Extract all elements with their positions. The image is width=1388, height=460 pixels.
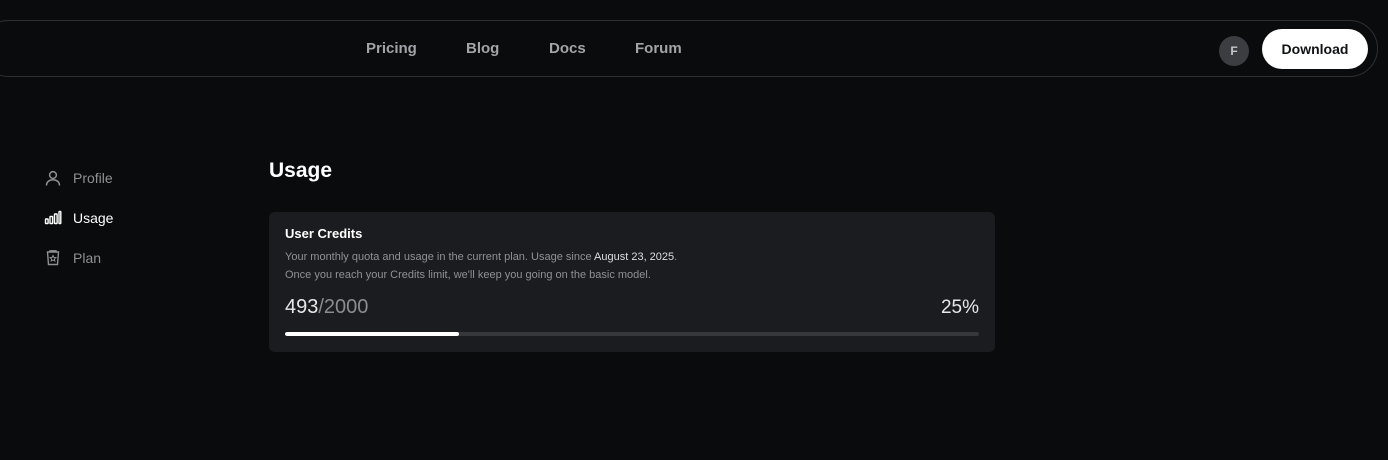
description-suffix: . [674,251,678,263]
usage-row: 493/2000 25% [285,296,979,319]
nav-link-forum[interactable]: Forum [635,20,682,77]
download-button[interactable]: Download [1262,28,1368,69]
sidebar-item-usage[interactable]: Usage [44,206,224,230]
sidebar-item-label: Profile [73,170,113,186]
credits-used: 493 [285,296,319,318]
nav-link-docs[interactable]: Docs [549,20,586,77]
card-description: Your monthly quota and usage in the curr… [285,248,979,284]
user-icon [44,169,62,187]
page-title: Usage [269,159,333,182]
credits-count: 493/2000 [285,296,368,319]
sidebar-item-plan[interactable]: Plan [44,246,224,270]
top-nav-bar [0,20,1378,77]
credits-total: /2000 [318,296,369,318]
credits-progress-fill [285,332,459,336]
card-title: User Credits [285,226,363,241]
sidebar-item-profile[interactable]: Profile [44,166,224,190]
credits-progress-bar [285,332,979,336]
sidebar-item-label: Plan [73,250,102,266]
user-credits-card: User Credits Your monthly quota and usag… [269,212,995,352]
bar-chart-icon [44,209,62,227]
description-prefix: Your monthly quota and usage in the curr… [285,251,595,263]
sidebar-item-label: Usage [73,210,114,226]
plan-badge-icon [44,249,62,267]
nav-right-actions: F Download [1219,20,1368,77]
avatar[interactable]: F [1219,35,1249,66]
description-line-1: Your monthly quota and usage in the curr… [285,248,979,266]
settings-sidebar: Profile Usage Plan [44,166,224,286]
credits-percent: 25% [940,297,979,318]
nav-link-blog[interactable]: Blog [466,20,499,77]
settings-page: Pricing Blog Docs Forum F Download Profi… [0,0,1388,460]
nav-link-pricing[interactable]: Pricing [366,20,417,77]
usage-since-date: August 23, 2025 [594,251,675,263]
description-line-2: Once you reach your Credits limit, we'll… [285,269,651,281]
